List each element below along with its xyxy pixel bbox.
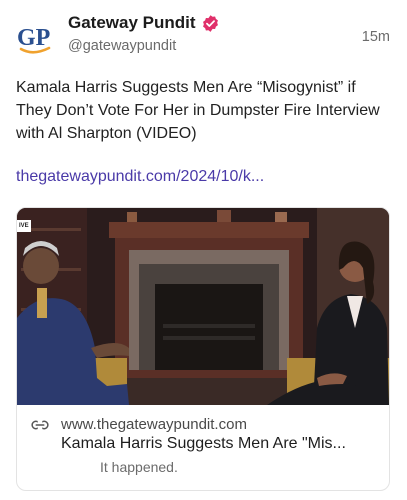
post-text: Kamala Harris Suggests Men Are “Misogyni… — [16, 79, 380, 142]
avatar[interactable]: GP — [16, 18, 54, 56]
link-preview-card[interactable]: IVE www.thegatewaypundit.com Kamala Harr… — [16, 207, 390, 491]
post-link[interactable]: thegatewaypundit.com/2024/10/k... — [16, 168, 394, 186]
card-domain: www.thegatewaypundit.com — [61, 416, 247, 433]
post-timestamp: 15m — [361, 29, 390, 45]
post-card[interactable]: GP Gateway Pundit @gatewaypundit 15m Kam… — [0, 0, 407, 500]
author-name[interactable]: Gateway Pundit — [68, 13, 220, 33]
author-name-label: Gateway Pundit — [68, 13, 196, 32]
author-handle[interactable]: @gatewaypundit — [68, 38, 176, 54]
live-tag: IVE — [17, 220, 31, 232]
post-header: GP Gateway Pundit @gatewaypundit 15m — [16, 10, 396, 60]
link-icon — [31, 419, 49, 431]
interview-thumbnail-image[interactable]: IVE — [17, 208, 389, 405]
verified-badge-icon — [201, 14, 220, 33]
avatar-text: GP — [17, 25, 50, 51]
card-description: It happened. — [100, 459, 178, 475]
card-body[interactable]: www.thegatewaypundit.com Kamala Harris S… — [17, 405, 389, 490]
card-title[interactable]: Kamala Harris Suggests Men Are "Mis... — [61, 435, 383, 453]
gateway-pundit-logo-icon: GP — [17, 25, 50, 54]
